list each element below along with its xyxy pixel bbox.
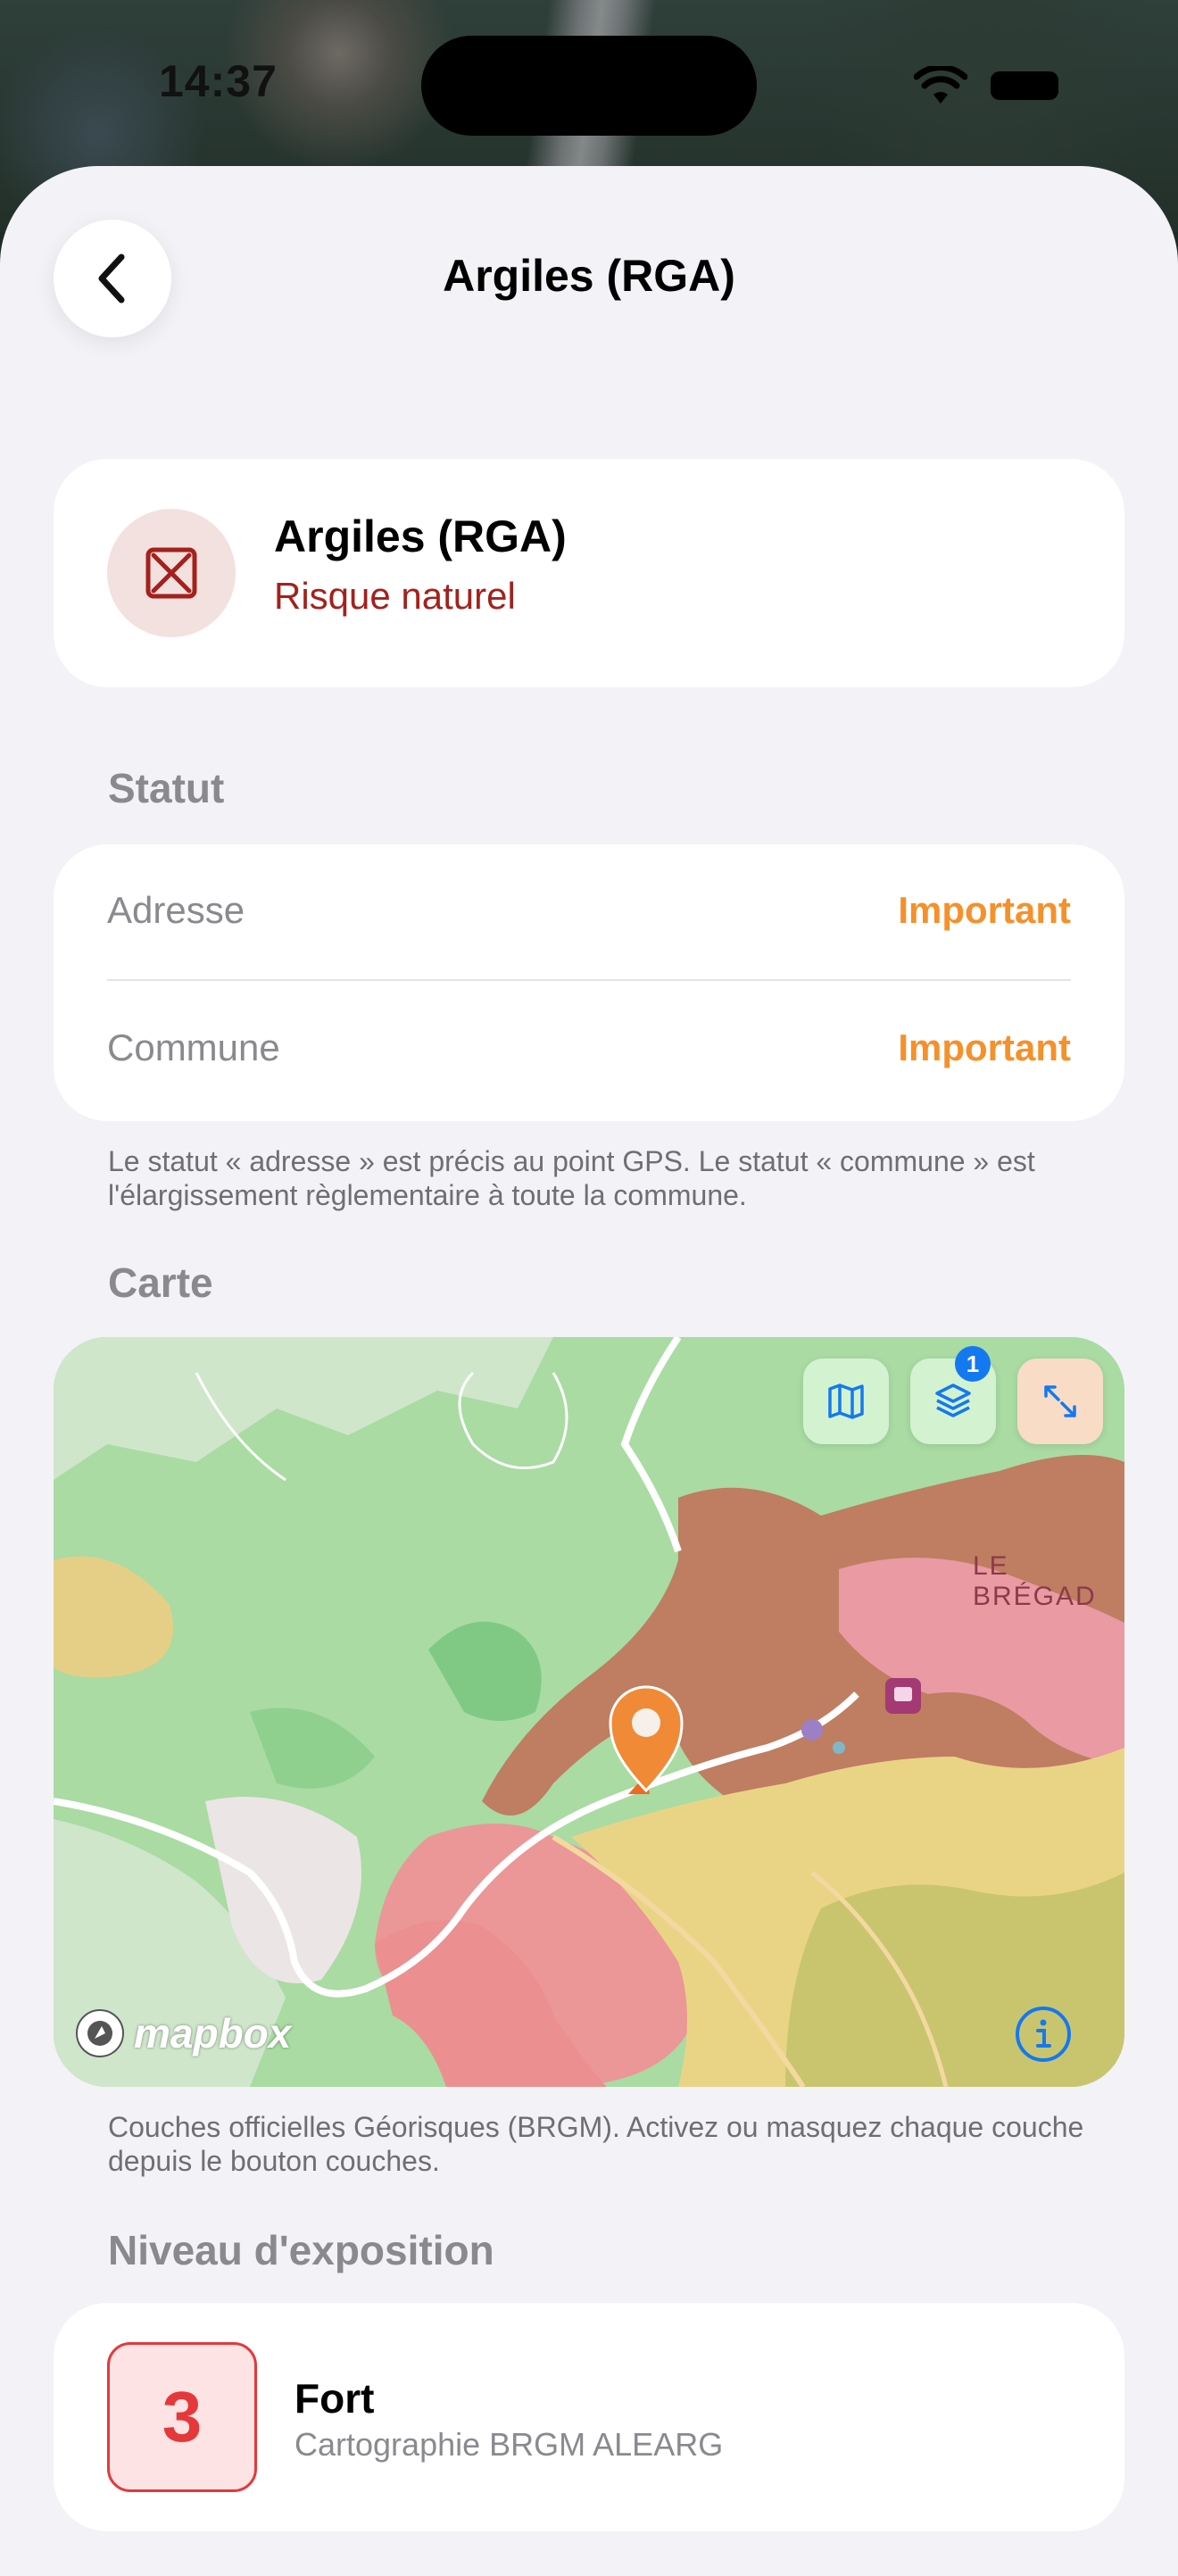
exposure-level-badge: 3 — [107, 2342, 257, 2492]
mapbox-logo[interactable]: mapbox — [73, 2007, 291, 2060]
status-row-label-commune: Commune — [107, 1026, 280, 1068]
risk-map[interactable]: LE BRÉGAD 1 mapbox — [54, 1337, 1124, 2087]
layers-icon — [935, 1384, 971, 1417]
section-label-statut: Statut — [108, 765, 225, 811]
page-title: Argiles (RGA) — [443, 251, 735, 301]
clay-hazard-icon — [107, 509, 236, 637]
status-row-value-commune: Important — [898, 1026, 1071, 1068]
expand-map-button[interactable] — [1017, 1359, 1103, 1444]
exposure-title: Fort — [294, 2375, 375, 2422]
exposure-subtitle: Cartographie BRGM ALEARG — [294, 2426, 724, 2463]
dynamic-island — [421, 36, 757, 136]
hazard-card: Argiles (RGA) Risque naturel — [54, 459, 1124, 687]
info-icon[interactable] — [1014, 2005, 1073, 2064]
map-style-button[interactable] — [803, 1359, 889, 1444]
map-footnote: Couches officielles Géorisques (BRGM). A… — [108, 2111, 1084, 2177]
mapbox-attribution: mapbox — [134, 2010, 292, 2057]
wifi-icon — [914, 66, 967, 104]
section-label-carte: Carte — [108, 1259, 213, 1306]
map-style-icon — [828, 1384, 864, 1419]
layers-count-badge: 1 — [955, 1346, 991, 1382]
map-canvas[interactable] — [54, 1337, 1124, 2087]
mapbox-logo-icon — [76, 2009, 124, 2057]
status-time: 14:37 — [159, 56, 278, 106]
status-row-value-adresse: Important — [898, 889, 1071, 931]
battery-icon — [991, 71, 1058, 100]
hazard-category: Risque naturel — [274, 575, 516, 617]
exposure-card: 3 Fort Cartographie BRGM ALEARG — [54, 2303, 1124, 2531]
hazard-title: Argiles (RGA) — [274, 511, 567, 561]
row-divider — [107, 979, 1071, 981]
map-place-label: LE BRÉGAD — [973, 1551, 1097, 1611]
section-label-exposition: Niveau d'exposition — [108, 2227, 494, 2273]
status-row-label-adresse: Adresse — [107, 889, 245, 931]
status-footnote: Le statut « adresse » est précis au poin… — [108, 1145, 1035, 1211]
expand-icon — [1044, 1385, 1076, 1417]
status-card: Adresse Important Commune Important — [54, 844, 1124, 1121]
